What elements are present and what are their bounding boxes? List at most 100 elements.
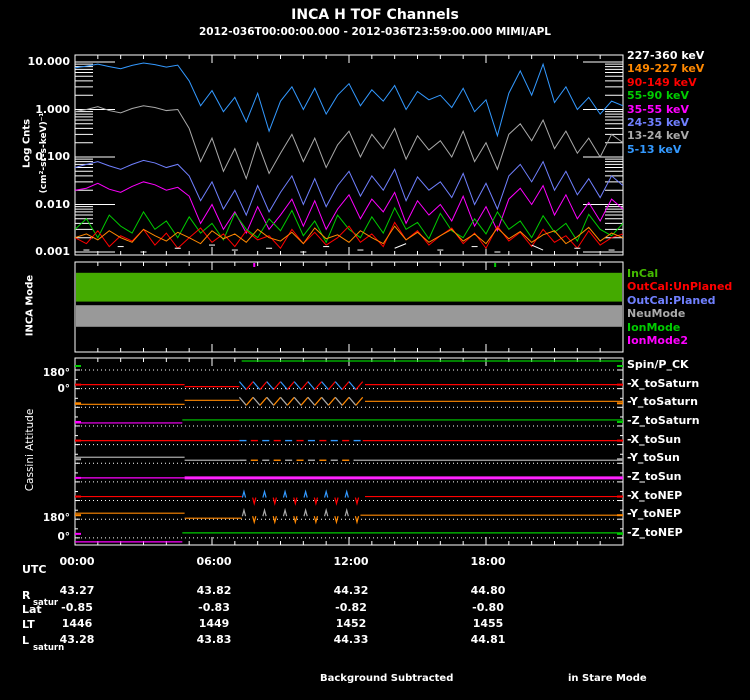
footer-stare-mode: in Stare Mode (568, 673, 647, 684)
table-cell: 43.83 (192, 633, 236, 646)
mode-legend-item-InCal: InCal (627, 267, 658, 280)
attitude--X_toSaturn (239, 382, 246, 390)
attitude--Y_toSaturn (253, 397, 260, 405)
series-90-149 keV (75, 222, 623, 248)
attitude--Y_toNEP-spike (253, 516, 256, 522)
table-cell: -0.83 (192, 601, 236, 614)
mode-legend-item-IonMode: IonMode (627, 321, 680, 334)
attitude--Y_toSaturn (322, 397, 329, 405)
series-35-55 keV (75, 182, 623, 233)
attitude--X_toNEP-spike (355, 498, 358, 504)
legend-item-5-13 keV: 5-13 keV (627, 143, 681, 156)
table-cell: -0.82 (329, 601, 373, 614)
inca-tof-plot-screen: INCA H TOF Channels 2012-036T00:00:00.00… (0, 0, 750, 700)
table-cell: 44.80 (466, 584, 510, 597)
attitude--Y_toNEP-spike (314, 516, 317, 522)
attitude--Y_toSaturn (349, 397, 356, 405)
table-cell: 43.27 (55, 584, 99, 597)
mode-legend-item-IonMode2: IonMode2 (627, 334, 688, 347)
attitude--X_toSaturn (301, 382, 308, 390)
attitude--X_toNEP-spike (273, 498, 276, 504)
attitude--Y_toNEP-spike (283, 510, 286, 516)
utc-axis-caption: UTC (22, 563, 47, 576)
table-row-label-R: R (22, 589, 30, 602)
attitude--X_toNEP-spike (304, 492, 307, 498)
attitude-label--Y_toSun: -Y_toSun (627, 451, 680, 464)
attitude--Y_toSaturn (239, 397, 246, 405)
attitude--Y_toSaturn (335, 397, 342, 405)
attitude--X_toNEP-spike (294, 498, 297, 504)
table-cell: 43.82 (192, 584, 236, 597)
attitude--X_toNEP-spike (325, 492, 328, 498)
table-row-label-Lat: Lat (22, 603, 42, 616)
attitude--X_toSaturn (328, 382, 335, 390)
attitude--X_toNEP-spike (283, 492, 286, 498)
attitude--Y_toSaturn (274, 397, 281, 405)
attitude--X_toNEP-spike (253, 498, 256, 504)
mode-legend-item-OutCal:Planed: OutCal:Planed (627, 294, 716, 307)
page-title: INCA H TOF Channels (0, 7, 750, 23)
attitude--Y_toSaturn (267, 397, 274, 405)
table-cell: 44.32 (329, 584, 373, 597)
panel-frame-2 (75, 358, 623, 545)
legend-item-35-55 keV: 35-55 keV (627, 103, 689, 116)
attitude--Y_toSaturn (342, 397, 349, 405)
attitude--Y_toSaturn (260, 397, 267, 405)
attitude--X_toNEP-spike (335, 498, 338, 504)
attitude-label--Z_toSaturn: -Z_toSaturn (627, 414, 700, 427)
series-227-360 keV (532, 245, 543, 250)
legend-item-13-24 keV: 13-24 keV (627, 129, 689, 142)
mode-legend-item-OutCal:UnPlaned: OutCal:UnPlaned (627, 280, 732, 293)
attitude-label--Y_toSaturn: -Y_toSaturn (627, 395, 698, 408)
attitude-angle-label: 0° (36, 383, 70, 395)
attitude-label--Y_toNEP: -Y_toNEP (627, 507, 681, 520)
utc-tick-label: 00:00 (55, 555, 99, 568)
attitude--Y_toSaturn (328, 397, 335, 405)
attitude-label--Z_toSun: -Z_toSun (627, 470, 681, 483)
attitude--Y_toSaturn (294, 397, 301, 405)
mode-legend-item-NeuMode: NeuMode (627, 307, 685, 320)
utc-tick-label: 06:00 (192, 555, 236, 568)
table-cell: 1449 (192, 617, 236, 630)
attitude--X_toSaturn (315, 382, 322, 390)
legend-item-149-227 keV: 149-227 keV (627, 62, 704, 75)
footer-background-subtracted: Background Subtracted (320, 673, 453, 684)
table-cell: 1452 (329, 617, 373, 630)
attitude--X_toSaturn (253, 382, 260, 390)
table-row-label-L: L (22, 634, 29, 647)
attitude-label-Spin/P_CK: Spin/P_CK (627, 358, 689, 371)
attitude--Y_toSaturn (281, 397, 288, 405)
legend-item-227-360 keV: 227-360 keV (627, 49, 704, 62)
attitude--Y_toSaturn (308, 397, 315, 405)
attitude--Y_toNEP-spike (304, 510, 307, 516)
attitude--X_toSaturn (267, 382, 274, 390)
attitude--Y_toNEP-spike (345, 510, 348, 516)
attitude--Y_toNEP-spike (273, 516, 276, 522)
attitude--X_toSaturn (335, 382, 342, 390)
attitude--X_toSaturn (349, 382, 356, 390)
series-13-24 keV (75, 106, 623, 179)
table-cell: -0.85 (55, 601, 99, 614)
attitude--Y_toNEP-spike (355, 516, 358, 522)
attitude-y-axis-label: Cassini Attitude (24, 370, 36, 530)
attitude--X_toNEP-spike (263, 492, 266, 498)
utc-tick-label: 18:00 (466, 555, 510, 568)
attitude--Y_toSaturn (301, 397, 308, 405)
utc-tick-label: 12:00 (329, 555, 373, 568)
attitude--X_toSaturn (308, 382, 315, 390)
attitude--Y_toSaturn (287, 397, 294, 405)
tof-y-tick-label: 10.000 (26, 55, 70, 68)
attitude-label--X_toSaturn: -X_toSaturn (627, 377, 699, 390)
tof-y-tick-label: 0.001 (26, 245, 70, 258)
series-227-360 keV (395, 244, 406, 249)
table-cell: 43.28 (55, 633, 99, 646)
time-range-subtitle: 2012-036T00:00:00.000 - 2012-036T23:59:0… (0, 26, 750, 38)
attitude-label--X_toSun: -X_toSun (627, 433, 681, 446)
legend-item-90-149 keV: 90-149 keV (627, 76, 697, 89)
tof-y-tick-label: 0.010 (26, 198, 70, 211)
table-cell: 1455 (466, 617, 510, 630)
table-cell: 44.81 (466, 633, 510, 646)
attitude-angle-label: 180° (36, 512, 70, 524)
attitude--Y_toNEP-spike (263, 510, 266, 516)
tof-y-tick-label: 1.000 (26, 103, 70, 116)
